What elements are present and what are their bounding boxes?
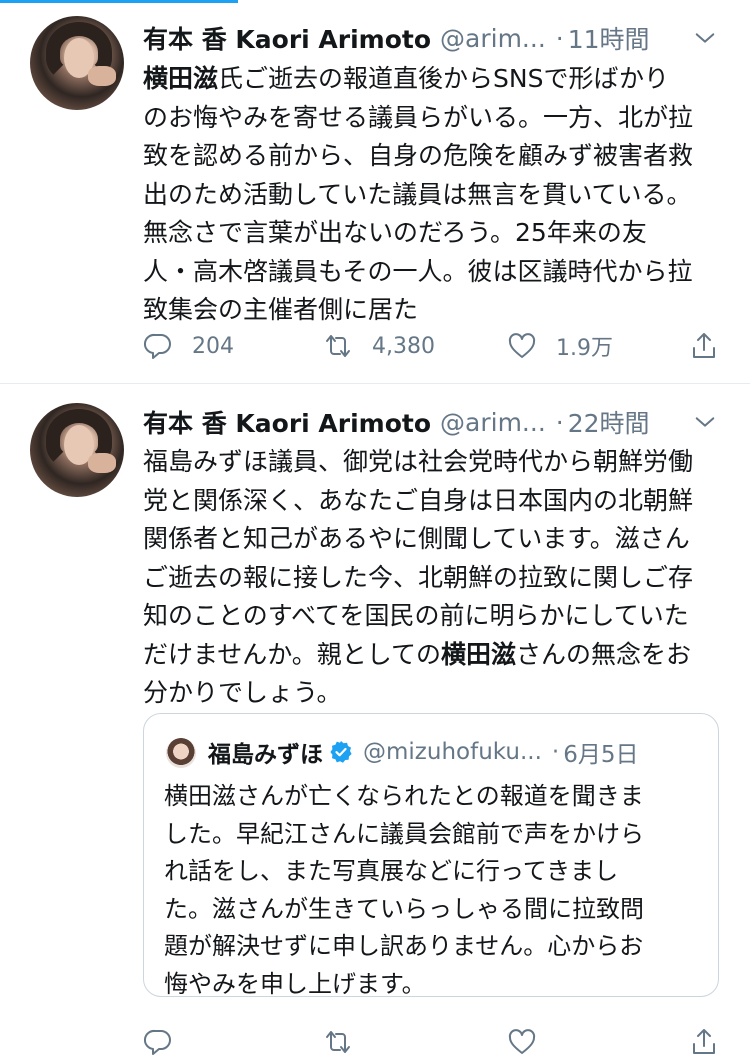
share-icon: [693, 333, 715, 358]
avatar[interactable]: [30, 403, 124, 497]
chevron-down-icon[interactable]: [694, 411, 716, 433]
timestamp[interactable]: 11時間: [568, 20, 650, 56]
like-button[interactable]: 1.9万: [507, 328, 613, 364]
tweet[interactable]: 有本 香 Kaori Arimoto @arim... · 11時間 横田滋氏ご…: [0, 0, 750, 384]
text-segment: 氏ご逝去の報道直後からSNSで形ばかり: [218, 64, 669, 93]
retweet-count: 4,380: [372, 333, 435, 359]
tweet-text: 横田滋氏ご逝去の報道直後からSNSで形ばかり のお悔やみを寄せる議員らがいる。一…: [143, 60, 733, 330]
share-button[interactable]: [689, 1024, 738, 1060]
text-segment: だけませんか。親としての: [143, 639, 442, 669]
tweet-text-line: 党と関係深く、あなたご自身は日本国内の北朝鮮: [143, 485, 694, 515]
reply-icon: [144, 333, 171, 359]
like-count: 1.9万: [556, 336, 613, 361]
tweet-text-line: 横田滋氏ご逝去の報道直後からSNSで形ばかり: [143, 60, 733, 99]
display-name[interactable]: 有本 香 Kaori Arimoto: [143, 20, 431, 56]
separator-dot: ·: [555, 23, 564, 53]
tweet-text-line: 致を認める前から、自身の危険を顧みず被害者救: [143, 141, 694, 170]
user-handle[interactable]: @arim...: [440, 24, 546, 53]
tweet-text-line: 福島みずほ議員、御党は社会党時代から朝鮮労働: [143, 447, 694, 476]
quoted-tweet-header: 福島みずほ @mizuhofuku... · 6月5日: [208, 734, 638, 770]
quoted-text-line: れ話をし、また写真展などに行ってきまし: [164, 857, 619, 885]
text-segment: さんの無念をお: [516, 639, 692, 669]
tweet-text-line: のお悔やみを寄せる議員らがいる。一方、北が拉: [143, 102, 694, 132]
like-icon: [508, 333, 536, 358]
quoted-text-line: した。早紀江さんに議員会館前で声をかけら: [164, 819, 644, 848]
tweet-text-line: 分かりでしょう。: [143, 678, 342, 707]
quoted-tweet[interactable]: 福島みずほ @mizuhofuku... · 6月5日 横田滋さんが亡くなられた…: [143, 713, 719, 998]
tweet-text-line: 関係者と知己があるやに側聞しています。滋さん: [143, 524, 690, 553]
tweet-text-line: 人・高木啓議員もその一人。彼は区議時代から拉: [143, 256, 693, 286]
bold-mention: 横田滋: [441, 639, 517, 669]
tweet-text: 福島みずほ議員、御党は社会党時代から朝鮮労働 党と関係深く、あなたご自身は日本国…: [143, 443, 733, 713]
reply-button[interactable]: [143, 1024, 192, 1060]
tweet[interactable]: 有本 香 Kaori Arimoto @arim... · 22時間 福島みずほ…: [0, 384, 750, 1055]
tweet-text-line: 致集会の主催者側に居た: [143, 295, 419, 324]
chevron-down-icon[interactable]: [694, 27, 716, 49]
user-handle[interactable]: @arim...: [440, 408, 546, 437]
tweet-header: 有本 香 Kaori Arimoto @arim... · 11時間: [143, 20, 650, 56]
like-icon: [508, 1029, 536, 1054]
display-name[interactable]: 有本 香 Kaori Arimoto: [143, 404, 431, 440]
share-icon: [693, 1029, 715, 1054]
tweet-header: 有本 香 Kaori Arimoto @arim... · 22時間: [143, 404, 650, 440]
retweet-button[interactable]: [323, 1024, 372, 1060]
display-name: 福島みずほ: [208, 742, 323, 768]
reply-icon: [144, 1029, 171, 1055]
tweet-text-line: 知のことのすべてを国民の前に明らかにしていた: [143, 601, 689, 630]
retweet-icon: [326, 335, 350, 357]
like-button[interactable]: [507, 1024, 556, 1060]
share-button[interactable]: [689, 328, 738, 364]
reply-count: 204: [192, 333, 234, 359]
retweet-button[interactable]: 4,380: [323, 328, 435, 364]
user-handle: @mizuhofuku...: [363, 739, 542, 765]
timestamp[interactable]: 22時間: [568, 404, 650, 440]
tweet-text-line: ご逝去の報に接した今、北朝鮮の拉致に関しご存: [143, 562, 694, 592]
reply-button[interactable]: 204: [143, 328, 234, 364]
quoted-text-line: 横田滋さんが亡くなられたとの報道を聞きま: [164, 782, 644, 810]
timestamp: 6月5日: [563, 742, 639, 768]
avatar[interactable]: [30, 16, 124, 110]
bold-mention: 横田滋: [143, 64, 219, 93]
quoted-tweet-text: 横田滋さんが亡くなられたとの報道を聞きま した。早紀江さんに議員会館前で声をかけ…: [164, 778, 704, 1003]
separator-dot: ·: [555, 407, 564, 437]
tweet-text-line: 出のため活動していた議員は無言を貫いている。: [143, 179, 692, 209]
quoted-text-line: た。滋さんが生きていらっしゃる間に拉致問: [164, 894, 644, 923]
tweet-actions: [143, 1024, 733, 1060]
quoted-text-line: 題が解決せずに申し訳ありません。心からお: [164, 932, 644, 960]
verified-badge-icon: [330, 741, 352, 763]
quoted-text-line: 悔やみを申し上げます。: [164, 969, 426, 998]
separator-dot: ·: [551, 739, 560, 765]
tweet-text-line: 無念さで言葉が出ないのだろう。25年来の友: [143, 218, 647, 247]
tweet-text-line: だけませんか。親としての横田滋さんの無念をお: [143, 636, 733, 675]
avatar[interactable]: [166, 738, 196, 768]
retweet-icon: [326, 1031, 350, 1053]
tweet-actions: 204 4,380 1.9万: [143, 328, 733, 364]
